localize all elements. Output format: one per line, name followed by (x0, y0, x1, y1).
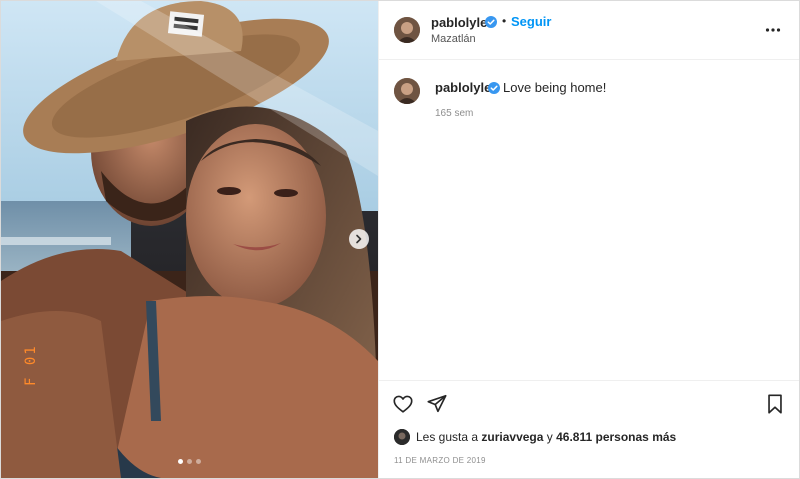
paper-plane-icon[interactable] (426, 393, 448, 415)
caption-avatar[interactable] (394, 78, 420, 104)
more-options-icon[interactable] (765, 22, 781, 38)
carousel-next-button[interactable] (349, 229, 369, 249)
author-avatar[interactable] (394, 17, 420, 43)
likes-others-link[interactable]: 46.811 personas más (556, 430, 676, 444)
separator-bullet: • (502, 14, 507, 28)
post-date[interactable]: 11 DE MARZO DE 2019 (394, 456, 486, 465)
carousel-indicator (1, 459, 378, 464)
post-header: pablolyle • Seguir Mazatlán (379, 1, 799, 60)
verified-badge-icon (485, 16, 497, 28)
follow-button[interactable]: Seguir (511, 14, 551, 29)
carousel-dot (178, 459, 183, 464)
post-photo: F 01 (1, 1, 378, 478)
likes-connector: y (546, 430, 553, 444)
caption-username[interactable]: pablolyle (435, 80, 491, 95)
post-actions: Les gusta a zuriavvega y 46.811 personas… (379, 380, 799, 478)
chevron-right-icon (356, 234, 362, 244)
liker-username[interactable]: zuriavvega (481, 430, 543, 444)
carousel-dot (187, 459, 192, 464)
liker-avatar[interactable] (394, 429, 410, 445)
caption-text: Love being home! (503, 80, 607, 95)
author-username[interactable]: pablolyle (431, 15, 487, 30)
likes-text: Les gusta a zuriavvega y 46.811 personas… (416, 430, 676, 444)
avatar-image (394, 17, 420, 43)
post-media[interactable]: F 01 (1, 1, 378, 478)
instagram-post: F 01 pablolyle • Seguir Mazatlán pabloly… (0, 0, 800, 479)
likes-prefix: Les gusta a (416, 430, 479, 444)
carousel-dot (196, 459, 201, 464)
avatar-image (394, 429, 410, 445)
avatar-image (394, 78, 420, 104)
verified-badge-icon (488, 82, 500, 94)
post-time-ago[interactable]: 165 sem (435, 108, 473, 119)
heart-icon[interactable] (392, 393, 414, 415)
bookmark-icon[interactable] (765, 393, 785, 415)
post-side-panel: pablolyle • Seguir Mazatlán pablolyle Lo… (378, 1, 799, 478)
photo-date-stamp: F 01 (23, 344, 39, 386)
post-location[interactable]: Mazatlán (431, 33, 476, 45)
